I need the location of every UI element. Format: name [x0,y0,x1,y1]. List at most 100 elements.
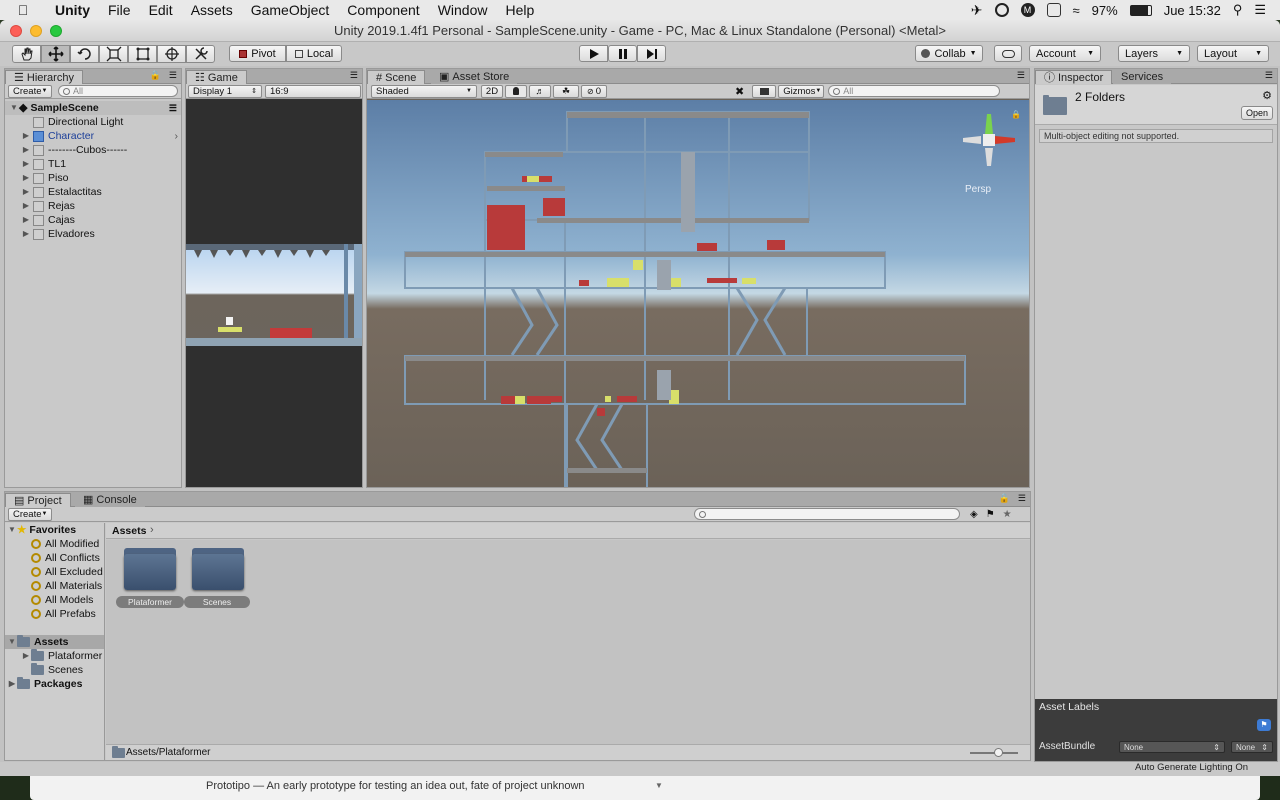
layout-dropdown[interactable]: Layout ▼ [1197,45,1269,62]
list-item[interactable]: ▶ --------Cubos------ [5,143,181,157]
rotate-tool-button[interactable] [70,45,99,63]
apple-menu-icon[interactable]:  [0,2,46,18]
audio-toggle-button[interactable]: ♬ [529,84,551,98]
pause-button[interactable] [608,45,637,62]
tag-icon[interactable]: ⚑ [1257,719,1271,731]
list-item[interactable]: Directional Light [5,115,181,129]
panel-menu-icon[interactable]: ☰ [350,70,358,81]
panel-menu-icon[interactable]: ☰ [1017,70,1025,81]
auto-lighting-status[interactable]: Auto Generate Lighting On [1135,762,1248,773]
panel-menu-icon[interactable]: ☰ [1018,493,1026,504]
display-dropdown[interactable]: Display 1 ⇕ [188,84,262,98]
list-item[interactable]: ▶ Rejas [5,199,181,213]
project-search-input[interactable] [694,508,960,520]
scene-menu-icon[interactable]: ☰ [169,101,177,115]
lighting-toggle-button[interactable] [505,84,527,98]
screen-share-icon[interactable] [1046,3,1061,17]
collapsed-arrow-icon[interactable]: ▶ [21,171,31,185]
list-item[interactable]: All Prefabs [5,607,104,621]
scene-search-input[interactable]: All [828,85,1001,97]
list-item[interactable]: All Excluded [5,565,104,579]
collapsed-arrow-icon[interactable]: ▶ [21,157,31,171]
collapsed-arrow-icon[interactable]: ▶ [21,213,31,227]
expanded-arrow-icon[interactable]: ▼ [9,101,19,115]
custom-tool-button[interactable] [186,45,215,63]
scale-tool-button[interactable] [99,45,128,63]
collapsed-arrow-icon[interactable]: ▶ [21,649,31,663]
favorites-row[interactable]: ▼ ★ Favorites [5,523,104,537]
list-item[interactable]: ▶ Elvadores [5,227,181,241]
collapsed-arrow-icon[interactable]: ▶ [21,143,31,157]
tab-project[interactable]: ▤ Project [5,493,71,507]
list-item[interactable]: ▶ Piso [5,171,181,185]
tab-inspector[interactable]: ⓘ Inspector [1035,70,1113,84]
hand-tool-button[interactable] [12,45,41,63]
list-item[interactable]: All Conflicts [5,551,104,565]
creative-cloud-icon[interactable] [994,3,1009,17]
status-icon-1[interactable]: ✈ [971,2,983,19]
close-window-button[interactable] [10,25,22,37]
folder-tile[interactable]: Plataformer [116,546,186,610]
play-button[interactable] [579,45,608,62]
cloud-button[interactable] [994,45,1022,62]
collapsed-arrow-icon[interactable]: ▶ [7,677,17,691]
tab-hierarchy[interactable]: ☰ Hierarchy [5,70,83,84]
pivot-toggle-button[interactable]: Pivot [229,45,286,62]
menu-component[interactable]: Component [338,2,428,18]
tab-scene[interactable]: # Scene [367,70,426,84]
panel-menu-icon[interactable]: ☰ [1265,70,1273,81]
icon-size-slider[interactable] [970,748,1018,757]
menu-gameobject[interactable]: GameObject [242,2,339,18]
list-item[interactable]: ▶ TL1 [5,157,181,171]
persp-label[interactable]: Persp [965,184,991,195]
game-viewport[interactable] [186,244,362,346]
search-filter-type-icon[interactable]: ◈ [970,509,978,520]
malwarebytes-icon[interactable]: M [1020,3,1035,17]
tab-console[interactable]: ▦ Console [75,493,145,507]
notification-center-icon[interactable]: ☰ [1254,2,1266,18]
list-item[interactable]: Scenes [5,663,104,677]
aspect-dropdown[interactable]: 16:9 [265,84,361,98]
collapsed-arrow-icon[interactable]: ▶ [21,129,31,143]
lock-icon[interactable]: 🔒 [999,493,1010,504]
transform-tool-button[interactable] [157,45,186,63]
menu-edit[interactable]: Edit [140,2,182,18]
collapsed-arrow-icon[interactable]: ▶ [21,227,31,241]
project-create-dropdown[interactable]: Create ▼ [8,507,52,521]
gizmos-dropdown[interactable]: Gizmos ▼ [778,84,825,98]
expanded-arrow-icon[interactable]: ▼ [7,523,17,537]
lock-icon[interactable]: 🔒 [1011,110,1021,119]
list-item[interactable]: ▶ Plataformer [5,649,104,663]
hidden-objects-toggle[interactable]: ⊘ 0 [581,84,607,98]
chevron-right-icon[interactable]: › [175,129,179,143]
minimize-window-button[interactable] [30,25,42,37]
assetbundle-name-dropdown[interactable]: None ⇕ [1119,741,1225,753]
collapsed-arrow-icon[interactable]: ▶ [21,199,31,213]
clock[interactable]: Jue 15:32 [1164,3,1221,18]
scene-viewport[interactable]: Persp 🔒 [367,100,1029,487]
maximize-window-button[interactable] [50,25,62,37]
shading-mode-dropdown[interactable]: Shaded ▼ [371,84,477,98]
spotlight-search-icon[interactable]: ⚲ [1233,2,1243,18]
menu-window[interactable]: Window [429,2,497,18]
list-item[interactable]: All Models [5,593,104,607]
tab-services[interactable]: Services [1113,70,1172,84]
list-item[interactable]: ▶ Estalactitas [5,185,181,199]
move-tool-button[interactable] [41,45,70,63]
battery-icon[interactable] [1129,4,1152,16]
hierarchy-search-input[interactable]: All [58,85,178,97]
menu-app-unity[interactable]: Unity [46,2,99,18]
tab-asset-store[interactable]: ▣ Asset Store [431,70,518,84]
account-dropdown[interactable]: Account ▼ [1029,45,1101,62]
list-item[interactable]: All Materials [5,579,104,593]
settings-gear-icon[interactable]: ⚙ [1262,89,1272,102]
collapsed-arrow-icon[interactable]: ▶ [21,185,31,199]
expanded-arrow-icon[interactable]: ▼ [7,635,17,649]
menu-help[interactable]: Help [496,2,543,18]
assets-root-row[interactable]: ▼ Assets [5,635,104,649]
menu-assets[interactable]: Assets [182,2,242,18]
effects-dropdown[interactable]: ☘ [553,84,579,98]
local-toggle-button[interactable]: Local [286,45,342,62]
lock-icon[interactable]: 🔒 [150,70,161,81]
panel-menu-icon[interactable]: ☰ [169,70,177,81]
